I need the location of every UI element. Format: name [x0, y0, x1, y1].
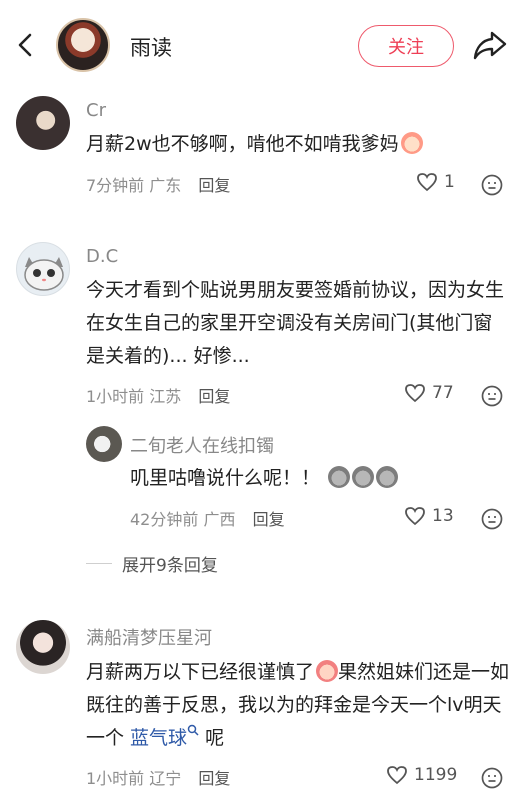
- like-count: 13: [432, 506, 454, 526]
- heart-icon: [417, 173, 437, 192]
- comment-text: 月薪两万以下已经很谨慎了 果然姐妹们还是一如既往的善于反思，我以为的拜金是今天一个…: [86, 656, 510, 755]
- reply-button[interactable]: 回复: [198, 176, 230, 195]
- like-button[interactable]: 1: [416, 172, 455, 192]
- more-emoji-icon[interactable]: [480, 384, 504, 408]
- more-emoji-icon[interactable]: [480, 766, 504, 790]
- comment-location: 广东: [149, 176, 182, 195]
- heart-icon: [405, 507, 425, 526]
- reply-text-content: 叽里咕噜说什么呢！！: [130, 467, 321, 489]
- top-bar: 雨读 关注: [0, 0, 524, 92]
- grey-emoji-icon: [376, 466, 399, 488]
- share-icon[interactable]: [472, 28, 508, 62]
- comment-meta: 1小时前 辽宁 回复: [86, 765, 230, 789]
- avatar[interactable]: [16, 96, 70, 150]
- crying-emoji-icon: [316, 660, 339, 682]
- comment-time: 1小时前: [86, 769, 145, 788]
- comment-location: 江苏: [149, 387, 182, 406]
- peach-emoji-icon: [400, 132, 423, 154]
- comment-text-content: 月薪2w也不够啊，啃他不如啃我爹妈: [86, 133, 399, 155]
- comment-time: 42分钟前: [130, 510, 199, 529]
- comment-text: 今天才看到个贴说男朋友要签婚前协议，因为女生在女生自己的家里开空调没有关房间门(…: [86, 279, 505, 367]
- comment-text-part: 呢: [199, 727, 225, 749]
- grey-emoji-icon: [328, 466, 351, 488]
- like-count: 1: [444, 172, 455, 192]
- comment-location: 广西: [203, 510, 236, 529]
- like-button[interactable]: 77: [404, 383, 454, 403]
- grey-emoji-icon: [352, 466, 375, 488]
- comment-location: 辽宁: [149, 769, 182, 788]
- reply-button[interactable]: 回复: [253, 510, 285, 529]
- comment-author[interactable]: D.C: [86, 246, 118, 267]
- like-button[interactable]: 1199: [386, 765, 457, 785]
- author-avatar[interactable]: [56, 18, 110, 72]
- avatar[interactable]: [16, 620, 70, 674]
- cat-avatar-icon: [24, 257, 64, 291]
- like-count: 77: [432, 383, 454, 403]
- comment-text-part: 月薪两万以下已经很谨慎了: [86, 661, 315, 683]
- comment-author[interactable]: 满船清梦压星河: [86, 624, 212, 650]
- like-button[interactable]: 13: [404, 506, 454, 526]
- search-icon: [187, 724, 199, 736]
- heart-icon: [405, 384, 425, 403]
- comment-time: 1小时前: [86, 387, 145, 406]
- more-emoji-icon[interactable]: [480, 173, 504, 197]
- back-arrow-icon[interactable]: [12, 30, 38, 60]
- comment-meta: 7分钟前 广东 回复: [86, 172, 230, 196]
- avatar[interactable]: [86, 426, 122, 462]
- divider: [86, 563, 112, 564]
- heart-icon: [387, 766, 407, 785]
- reply-author[interactable]: 二旬老人在线扣镯: [130, 432, 274, 458]
- comment-meta: 1小时前 江苏 回复: [86, 383, 230, 407]
- expand-replies-label: 展开9条回复: [122, 556, 218, 576]
- reply-meta: 42分钟前 广西 回复: [130, 506, 285, 530]
- expand-replies-button[interactable]: 展开9条回复: [86, 551, 218, 576]
- author-name[interactable]: 雨读: [130, 32, 172, 62]
- avatar[interactable]: [16, 242, 70, 296]
- like-count: 1199: [414, 765, 458, 785]
- comment-author[interactable]: Cr: [86, 100, 106, 121]
- comment-time: 7分钟前: [86, 176, 145, 195]
- more-emoji-icon[interactable]: [480, 507, 504, 531]
- follow-button[interactable]: 关注: [358, 25, 454, 67]
- reply-button[interactable]: 回复: [198, 769, 230, 788]
- comment-text: 月薪2w也不够啊，啃他不如啃我爹妈: [86, 128, 510, 161]
- reply-text: 叽里咕噜说什么呢！！: [130, 462, 510, 495]
- topic-link[interactable]: 蓝气球: [130, 727, 187, 749]
- reply-button[interactable]: 回复: [198, 387, 230, 406]
